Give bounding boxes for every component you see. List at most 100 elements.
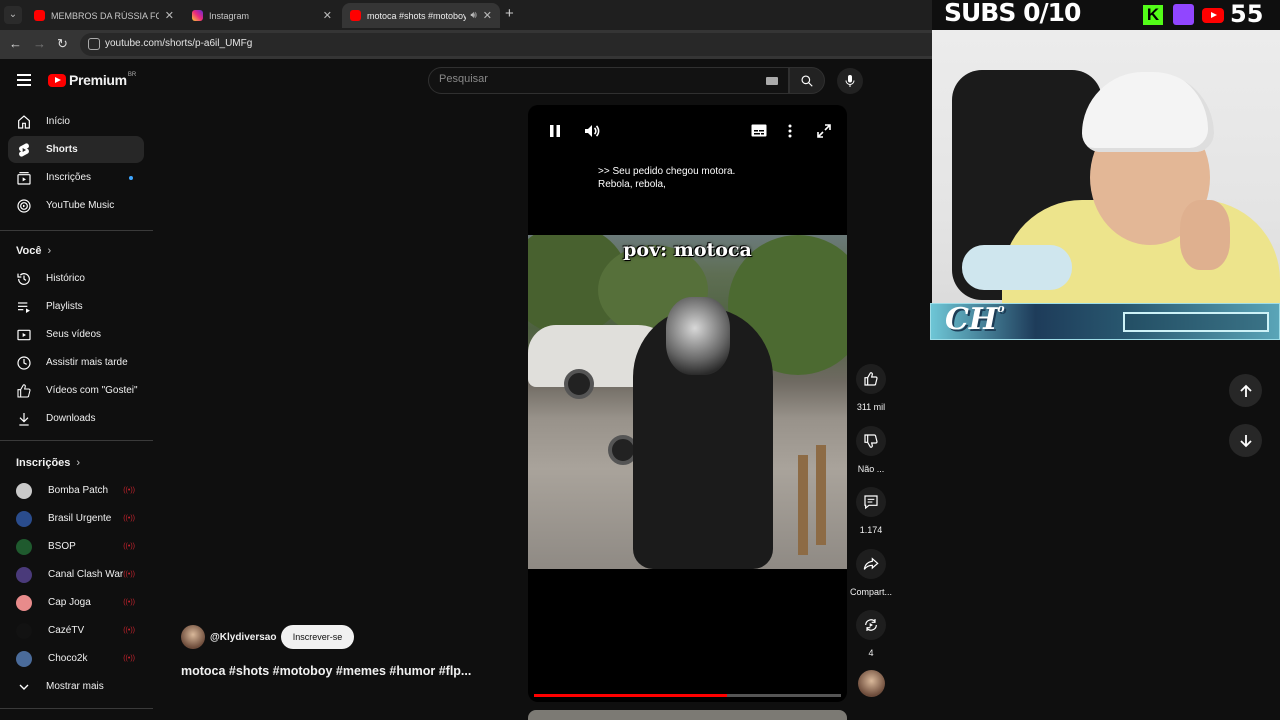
sidebar-item-playlists[interactable]: Playlists <box>8 293 144 320</box>
reload-icon[interactable]: ↻ <box>57 36 68 52</box>
close-tab-icon[interactable]: ✕ <box>165 9 174 22</box>
channel-avatar-button[interactable] <box>858 670 885 697</box>
new-content-dot <box>129 176 133 180</box>
address-bar[interactable]: youtube.com/shorts/p-a6il_UMFg <box>80 33 932 56</box>
show-more-button[interactable]: Mostrar mais <box>8 673 144 700</box>
webcam-hand <box>1180 200 1230 270</box>
thumbs-up-icon <box>864 372 878 386</box>
your-videos-icon <box>17 329 31 340</box>
dislike-button[interactable]: Não ... <box>850 426 892 474</box>
subscriptions-icon <box>17 171 31 185</box>
new-tab-button[interactable]: + <box>505 5 514 22</box>
pause-icon[interactable] <box>549 124 561 138</box>
sidebar-item-your-videos[interactable]: Seus vídeos <box>8 321 144 348</box>
share-button[interactable]: Compart... <box>850 549 892 597</box>
youtube-favicon-icon <box>34 10 45 21</box>
webcam-cap <box>1082 72 1214 152</box>
live-icon: ((•)) <box>123 515 135 522</box>
subscription-channel[interactable]: Bomba Patch ((•)) <box>8 477 144 504</box>
sidebar-item-shorts[interactable]: Shorts <box>8 136 144 163</box>
sidebar-item-history[interactable]: Histórico <box>8 265 144 292</box>
sidebar-item-label: Início <box>46 116 70 127</box>
close-tab-icon[interactable]: ✕ <box>483 9 492 22</box>
close-tab-icon[interactable]: ✕ <box>323 9 332 22</box>
browser-tab-3[interactable]: motoca #shots #motoboy # 🔊︎ ✕ <box>342 3 500 28</box>
comment-icon <box>864 495 878 510</box>
browser-tab-1[interactable]: MEMBROS DA RÚSSIA FORÇAM ✕ <box>26 3 182 28</box>
comment-count: 1.174 <box>859 525 883 535</box>
live-icon: ((•)) <box>123 627 135 634</box>
channel-name[interactable]: @Klydiversao <box>210 632 276 643</box>
voice-search-button[interactable] <box>837 68 863 94</box>
site-info-icon[interactable] <box>88 38 100 50</box>
you-section-heading[interactable]: Você › <box>16 245 51 257</box>
channel-avatar[interactable] <box>181 625 205 649</box>
browser-tab-strip: ⌄ MEMBROS DA RÚSSIA FORÇAM ✕ Instagram ✕… <box>0 0 932 30</box>
chevron-right-icon: › <box>76 457 81 469</box>
sidebar-item-youtube-music[interactable]: YouTube Music <box>8 192 144 219</box>
shorts-icon <box>19 142 29 157</box>
channel-avatar <box>16 622 32 639</box>
subscription-label: Cap Joga <box>48 597 91 608</box>
tab-search-button[interactable]: ⌄ <box>4 6 22 24</box>
sidebar-item-home[interactable]: Início <box>8 108 144 135</box>
volume-icon[interactable] <box>584 124 600 138</box>
sidebar-item-downloads[interactable]: Downloads <box>8 405 144 432</box>
subscription-label: CazéTV <box>48 625 85 636</box>
stream-overlay-bar: CHo <box>930 302 1280 340</box>
back-arrow-icon[interactable]: ← <box>9 36 22 51</box>
forward-arrow-icon[interactable]: → <box>33 36 46 51</box>
like-button[interactable]: 311 mil <box>850 364 892 412</box>
audio-playing-icon[interactable]: 🔊︎ <box>470 10 476 21</box>
tab-title: Instagram <box>209 10 250 21</box>
subscriptions-section-heading[interactable]: Inscrições › <box>16 457 80 469</box>
streamer-logo: CHo <box>945 302 1005 337</box>
fullscreen-icon[interactable] <box>817 124 831 138</box>
sidebar-item-label: Playlists <box>46 301 83 312</box>
subscriptions-heading-label: Inscrições <box>16 457 71 469</box>
shorts-player[interactable]: >> Seu pedido chegou motora. Rebola, reb… <box>528 105 847 702</box>
short-title[interactable]: motoca #shots #motoboy #memes #humor #fl… <box>181 664 471 678</box>
scene-pole <box>798 455 808 555</box>
next-short-preview[interactable] <box>528 710 847 720</box>
youtube-masthead: Premium BR <box>0 59 932 103</box>
browser-toolbar: ← → ↻ youtube.com/shorts/p-a6il_UMFg <box>0 30 932 59</box>
subscription-channel[interactable]: BSOP ((•)) <box>8 533 144 560</box>
more-options-icon[interactable] <box>788 124 792 138</box>
menu-icon[interactable] <box>17 74 31 86</box>
next-short-button[interactable] <box>1229 424 1262 457</box>
you-heading-label: Você <box>16 245 42 257</box>
captions-icon[interactable] <box>751 124 767 137</box>
comments-button[interactable]: 1.174 <box>850 487 892 535</box>
remix-button[interactable]: 4 <box>850 610 892 658</box>
previous-short-button[interactable] <box>1229 374 1262 407</box>
remix-count: 4 <box>868 648 874 658</box>
streamer-webcam <box>932 30 1280 340</box>
subscription-channel[interactable]: Canal Clash War ((•)) <box>8 561 144 588</box>
subscription-channel[interactable]: CazéTV ((•)) <box>8 617 144 644</box>
subscription-channel[interactable]: Choco2k ((•)) <box>8 645 144 672</box>
youtube-logo-icon <box>48 73 66 87</box>
subscription-label: Canal Clash War <box>48 569 124 580</box>
sidebar-item-liked-videos[interactable]: Vídeos com "Gostei" <box>8 377 144 404</box>
kick-icon: K <box>1143 5 1163 25</box>
search-button[interactable] <box>789 67 825 94</box>
keyboard-icon[interactable] <box>766 77 778 85</box>
live-icon: ((•)) <box>123 571 135 578</box>
chevron-down-icon <box>19 684 29 690</box>
progress-bar[interactable] <box>534 694 841 697</box>
search-input[interactable] <box>439 73 739 85</box>
subscription-label: Choco2k <box>48 653 88 664</box>
youtube-premium-logo[interactable]: Premium BR <box>48 72 136 88</box>
home-icon <box>18 114 30 129</box>
browser-tab-2[interactable]: Instagram ✕ <box>184 3 340 28</box>
subscription-channel[interactable]: Cap Joga ((•)) <box>8 589 144 616</box>
microphone-icon <box>845 75 855 87</box>
subs-goal-counter: SUBS 0/10 <box>944 0 1081 27</box>
subscribe-button[interactable]: Inscrever-se <box>281 625 354 649</box>
sidebar-item-watch-later[interactable]: Assistir mais tarde <box>8 349 144 376</box>
sidebar-item-subscriptions[interactable]: Inscrições <box>8 164 144 191</box>
share-label: Compart... <box>850 587 893 597</box>
share-icon <box>863 557 879 570</box>
subscription-channel[interactable]: Brasil Urgente ((•)) <box>8 505 144 532</box>
